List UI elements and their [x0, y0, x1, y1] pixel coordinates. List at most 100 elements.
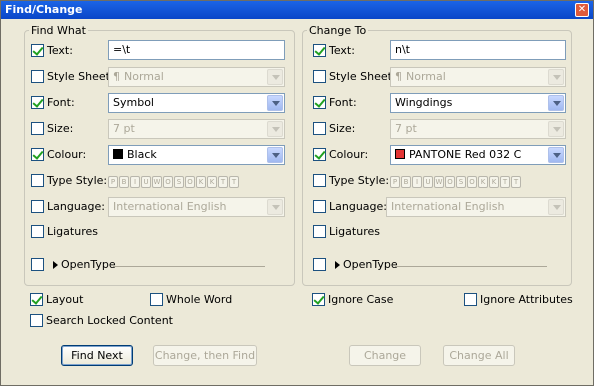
bold-style-icon[interactable]: B — [119, 176, 129, 188]
find-what-group: Find What Text: =\t Style Sheet: ¶ Normal… — [24, 24, 295, 286]
change-language-label: Language: — [329, 200, 387, 213]
word-underline-style-icon[interactable]: W — [434, 176, 444, 188]
change-then-find-button[interactable]: Change, then Find — [153, 345, 257, 366]
change-size-value: 7 pt — [395, 122, 417, 135]
change-typestyle-label: Type Style: — [329, 174, 390, 187]
change-opentype-checkbox[interactable] — [313, 258, 326, 271]
find-colour-value: Black — [127, 148, 157, 161]
subscript-style-icon[interactable]: T — [511, 176, 521, 188]
find-colour-label: Colour: — [47, 148, 87, 161]
change-typestyle-icons: PBIUWOSOKKTT — [390, 174, 522, 188]
find-ligatures-checkbox[interactable] — [31, 225, 44, 238]
strikethrough-style-icon[interactable]: S — [174, 176, 184, 188]
find-font-checkbox[interactable] — [31, 96, 44, 109]
change-stylesheet-checkbox[interactable] — [313, 70, 326, 83]
outline-style-icon[interactable]: O — [445, 176, 455, 188]
find-what-title: Find What — [29, 24, 88, 37]
change-text-input[interactable]: n\t — [390, 40, 566, 60]
change-size-checkbox[interactable] — [313, 122, 326, 135]
all-caps-style-icon[interactable]: K — [478, 176, 488, 188]
find-opentype-toggle[interactable]: OpenType — [53, 258, 116, 271]
change-font-select[interactable]: Wingdings — [390, 93, 566, 113]
change-colour-value: PANTONE Red 032 C — [409, 148, 522, 161]
chevron-down-icon — [267, 69, 283, 85]
find-font-value: Symbol — [113, 96, 154, 109]
ignore-case-label: Ignore Case — [328, 293, 394, 306]
change-stylesheet-select[interactable]: ¶ Normal — [390, 67, 566, 87]
shadow-style-icon[interactable]: O — [185, 176, 195, 188]
ignore-case-checkbox[interactable] — [312, 293, 325, 306]
find-typestyle-checkbox[interactable] — [31, 174, 44, 187]
change-to-group: Change To Text: n\t Style Sheet: ¶ Normal… — [302, 24, 572, 286]
find-text-label: Text: — [47, 44, 73, 57]
change-colour-checkbox[interactable] — [313, 148, 326, 161]
underline-style-icon[interactable]: U — [423, 176, 433, 188]
find-language-select[interactable]: International English — [108, 197, 285, 217]
find-stylesheet-value: Normal — [124, 70, 164, 83]
find-language-label: Language: — [47, 200, 105, 213]
search-locked-label: Search Locked Content — [46, 314, 173, 327]
window-title: Find/Change — [5, 3, 83, 16]
all-caps-style-icon[interactable]: K — [196, 176, 206, 188]
change-opentype-label: OpenType — [343, 258, 398, 271]
italic-style-icon[interactable]: I — [412, 176, 422, 188]
change-colour-select[interactable]: PANTONE Red 032 C — [390, 145, 566, 165]
shadow-style-icon[interactable]: O — [467, 176, 477, 188]
search-locked-checkbox[interactable] — [30, 314, 43, 327]
find-font-select[interactable]: Symbol — [108, 93, 285, 113]
find-next-button[interactable]: Find Next — [61, 345, 133, 366]
small-caps-style-icon[interactable]: K — [207, 176, 217, 188]
plain-style-icon[interactable]: P — [108, 176, 118, 188]
disclosure-triangle-icon — [335, 261, 340, 269]
find-size-select[interactable]: 7 pt — [108, 119, 285, 139]
plain-style-icon[interactable]: P — [390, 176, 400, 188]
opentype-divider — [395, 266, 547, 267]
close-button[interactable]: ✕ — [575, 3, 589, 17]
find-stylesheet-checkbox[interactable] — [31, 70, 44, 83]
change-stylesheet-value: Normal — [406, 70, 446, 83]
change-ligatures-label: Ligatures — [329, 225, 380, 238]
close-icon: ✕ — [577, 4, 587, 15]
find-text-input[interactable]: =\t — [108, 40, 285, 60]
change-text-label: Text: — [329, 44, 355, 57]
bold-style-icon[interactable]: B — [401, 176, 411, 188]
ignore-attributes-checkbox[interactable] — [464, 293, 477, 306]
find-stylesheet-select[interactable]: ¶ Normal — [108, 67, 285, 87]
superscript-style-icon[interactable]: T — [218, 176, 228, 188]
change-font-checkbox[interactable] — [313, 96, 326, 109]
find-text-checkbox[interactable] — [31, 44, 44, 57]
find-size-checkbox[interactable] — [31, 122, 44, 135]
layout-checkbox[interactable] — [30, 293, 43, 306]
find-stylesheet-label: Style Sheet: — [47, 70, 114, 83]
disclosure-triangle-icon — [53, 261, 58, 269]
change-button[interactable]: Change — [349, 345, 421, 366]
change-ligatures-checkbox[interactable] — [313, 225, 326, 238]
change-language-checkbox[interactable] — [313, 200, 326, 213]
whole-word-checkbox[interactable] — [150, 293, 163, 306]
superscript-style-icon[interactable]: T — [500, 176, 510, 188]
italic-style-icon[interactable]: I — [130, 176, 140, 188]
change-text-checkbox[interactable] — [313, 44, 326, 57]
find-colour-checkbox[interactable] — [31, 148, 44, 161]
change-typestyle-checkbox[interactable] — [313, 174, 326, 187]
word-underline-style-icon[interactable]: W — [152, 176, 162, 188]
underline-style-icon[interactable]: U — [141, 176, 151, 188]
find-colour-select[interactable]: Black — [108, 145, 285, 165]
strikethrough-style-icon[interactable]: S — [456, 176, 466, 188]
chevron-down-icon — [548, 95, 564, 111]
find-opentype-checkbox[interactable] — [31, 258, 44, 271]
pilcrow-icon: ¶ — [395, 70, 402, 83]
change-all-button[interactable]: Change All — [443, 345, 515, 366]
chevron-down-icon — [267, 199, 283, 215]
change-opentype-toggle[interactable]: OpenType — [335, 258, 398, 271]
find-typestyle-label: Type Style: — [47, 174, 108, 187]
title-bar[interactable]: Find/Change ✕ — [1, 1, 593, 19]
find-language-checkbox[interactable] — [31, 200, 44, 213]
change-size-select[interactable]: 7 pt — [390, 119, 566, 139]
layout-label: Layout — [46, 293, 84, 306]
outline-style-icon[interactable]: O — [163, 176, 173, 188]
subscript-style-icon[interactable]: T — [229, 176, 239, 188]
small-caps-style-icon[interactable]: K — [489, 176, 499, 188]
change-language-select[interactable]: International English — [386, 197, 566, 217]
chevron-down-icon — [267, 95, 283, 111]
